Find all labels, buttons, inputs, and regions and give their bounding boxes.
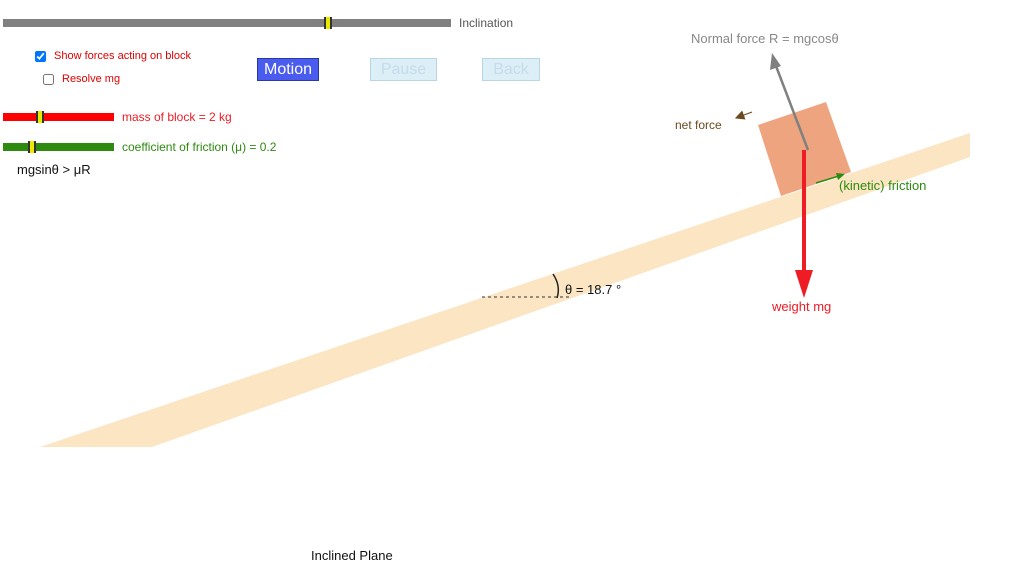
inclined-plane-scene: θ = 18.7 ° Normal force R = mgcosθ weigh…	[40, 31, 970, 447]
normal-force-arrowhead	[770, 53, 781, 70]
footer-title: Inclined Plane	[311, 548, 393, 563]
net-force-arrow	[734, 110, 753, 120]
normal-force-label: Normal force R = mgcosθ	[691, 31, 839, 46]
net-force-label: net force	[675, 118, 722, 132]
angle-label: θ = 18.7 °	[565, 282, 621, 297]
weight-arrowhead	[795, 270, 813, 298]
inclined-plane	[40, 133, 970, 447]
weight-label: weight mg	[771, 299, 831, 314]
friction-force-label: (kinetic) friction	[839, 178, 926, 193]
